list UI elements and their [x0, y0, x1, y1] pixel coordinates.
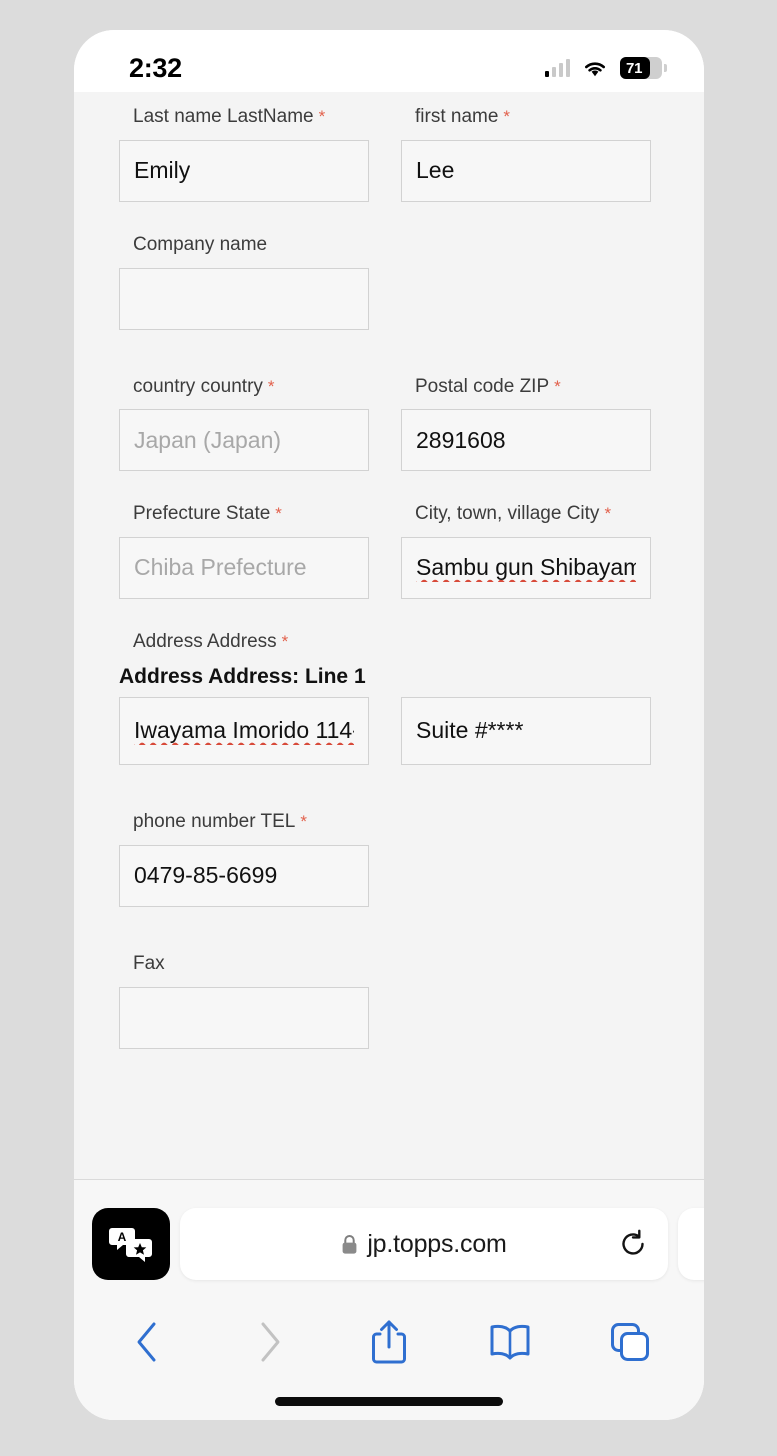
reload-icon[interactable] [618, 1229, 648, 1259]
input-value: Sambu gun Shibayama [416, 554, 636, 581]
field-prefecture: Prefecture State * Chiba Prefecture [119, 503, 369, 600]
input-value: Iwayama Imorido 114- [134, 717, 354, 744]
form-row: country country * Japan (Japan) Postal co… [119, 376, 659, 472]
field-label: Postal code ZIP * [415, 375, 561, 397]
battery-icon: 71 [620, 57, 667, 79]
field-address-line1: Address Address: Line 1 Iwayama Imorido … [119, 665, 369, 765]
address-line1-input[interactable]: Iwayama Imorido 114- [119, 696, 369, 765]
form-row: phone number TEL * 0479-85-6699 [119, 811, 659, 907]
field-company-name: Company name [119, 234, 369, 330]
lock-icon [342, 1234, 357, 1254]
cellular-signal-icon [545, 58, 570, 77]
required-asterisk: * [281, 632, 289, 652]
back-button[interactable] [120, 1314, 176, 1370]
field-first-name: first name * Lee [401, 106, 651, 202]
required-asterisk: * [318, 107, 326, 126]
input-value: 0479-85-6699 [134, 861, 278, 888]
prefecture-input[interactable]: Chiba Prefecture [119, 537, 369, 600]
required-asterisk: * [300, 811, 307, 831]
input-placeholder: Japan (Japan) [134, 426, 282, 453]
home-indicator-area [74, 1382, 704, 1420]
required-asterisk: * [554, 376, 561, 396]
field-address-line2: Suite #**** [401, 665, 651, 765]
fax-input[interactable] [119, 986, 369, 1049]
status-bar-indicators: 71 [545, 57, 667, 79]
city-input[interactable]: Sambu gun Shibayama [401, 537, 651, 600]
field-label: Last name LastName * [133, 106, 326, 127]
tab-strip: A jp.topps.com [74, 1180, 704, 1290]
url-text: jp.topps.com [367, 1229, 507, 1258]
webview-content[interactable]: Last name LastName * Emily first name * Le… [74, 92, 704, 1179]
address-section-label: Address Address * [133, 631, 289, 653]
adjacent-tab-peek[interactable] [678, 1208, 704, 1280]
address-line1-sub-label: Address Address: Line 1 [119, 664, 366, 688]
url-bar[interactable]: jp.topps.com [180, 1208, 668, 1280]
input-placeholder: Chiba Prefecture [134, 554, 307, 581]
input-value: Emily [134, 157, 191, 183]
translate-icon[interactable]: A [92, 1208, 170, 1280]
address-line2-input[interactable]: Suite #**** [401, 696, 651, 765]
field-label: country country * [133, 375, 275, 397]
required-asterisk: * [267, 376, 275, 396]
field-label: Prefecture State * [133, 503, 282, 525]
address-form: Last name LastName * Emily first name * Le… [119, 92, 659, 1049]
safari-toolbar: A jp.topps.com [74, 1179, 704, 1420]
last-name-input[interactable]: Emily [119, 139, 369, 202]
form-row: Address Address: Line 1 Iwayama Imorido … [119, 665, 659, 765]
postal-code-input[interactable]: 2891608 [401, 409, 651, 472]
phone-device-frame: 2:32 71 Last name LastName * Emily first… [74, 30, 704, 1420]
field-postal-code: Postal code ZIP * 2891608 [401, 376, 651, 472]
company-name-input[interactable] [119, 267, 369, 330]
form-row: Company name [119, 234, 659, 330]
field-city: City, town, village City * Sambu gun Shib… [401, 503, 651, 600]
field-label: Company name [133, 233, 268, 255]
field-label: Fax [133, 952, 165, 974]
wifi-icon [585, 61, 605, 76]
url-display: jp.topps.com [202, 1230, 646, 1259]
form-row: Prefecture State * Chiba Prefecture City,… [119, 503, 659, 600]
status-bar: 2:32 71 [74, 30, 704, 92]
form-row: Fax [119, 953, 659, 1049]
field-last-name: Last name LastName * Emily [119, 106, 369, 202]
phone-number-input[interactable]: 0479-85-6699 [119, 844, 369, 907]
input-value: Lee [416, 157, 455, 183]
field-label: City, town, village City * [415, 503, 612, 525]
first-name-input[interactable]: Lee [401, 139, 651, 202]
input-value: Suite #**** [416, 717, 524, 744]
field-phone-number: phone number TEL * 0479-85-6699 [119, 811, 369, 907]
svg-text:A: A [118, 1230, 127, 1244]
form-row: Last name LastName * Emily first name * Le… [119, 106, 659, 202]
home-indicator [275, 1396, 503, 1406]
bookmarks-button[interactable] [482, 1314, 538, 1370]
status-bar-time: 2:32 [129, 52, 182, 83]
browser-toolbar-buttons [74, 1290, 704, 1382]
field-label: first name * [415, 106, 511, 127]
input-value: 2891608 [416, 426, 506, 453]
field-label: phone number TEL * [133, 810, 307, 832]
field-country: country country * Japan (Japan) [119, 376, 369, 472]
forward-button[interactable] [241, 1314, 297, 1370]
share-button[interactable] [361, 1314, 417, 1370]
address-section: Address Address * Address Address: Line 1… [119, 631, 659, 765]
country-input[interactable]: Japan (Japan) [119, 409, 369, 472]
required-asterisk: * [275, 504, 282, 524]
required-asterisk: * [503, 107, 511, 126]
tabs-button[interactable] [602, 1314, 658, 1370]
required-asterisk: * [604, 504, 612, 524]
battery-percent-label: 71 [626, 59, 643, 77]
field-fax: Fax [119, 953, 369, 1049]
